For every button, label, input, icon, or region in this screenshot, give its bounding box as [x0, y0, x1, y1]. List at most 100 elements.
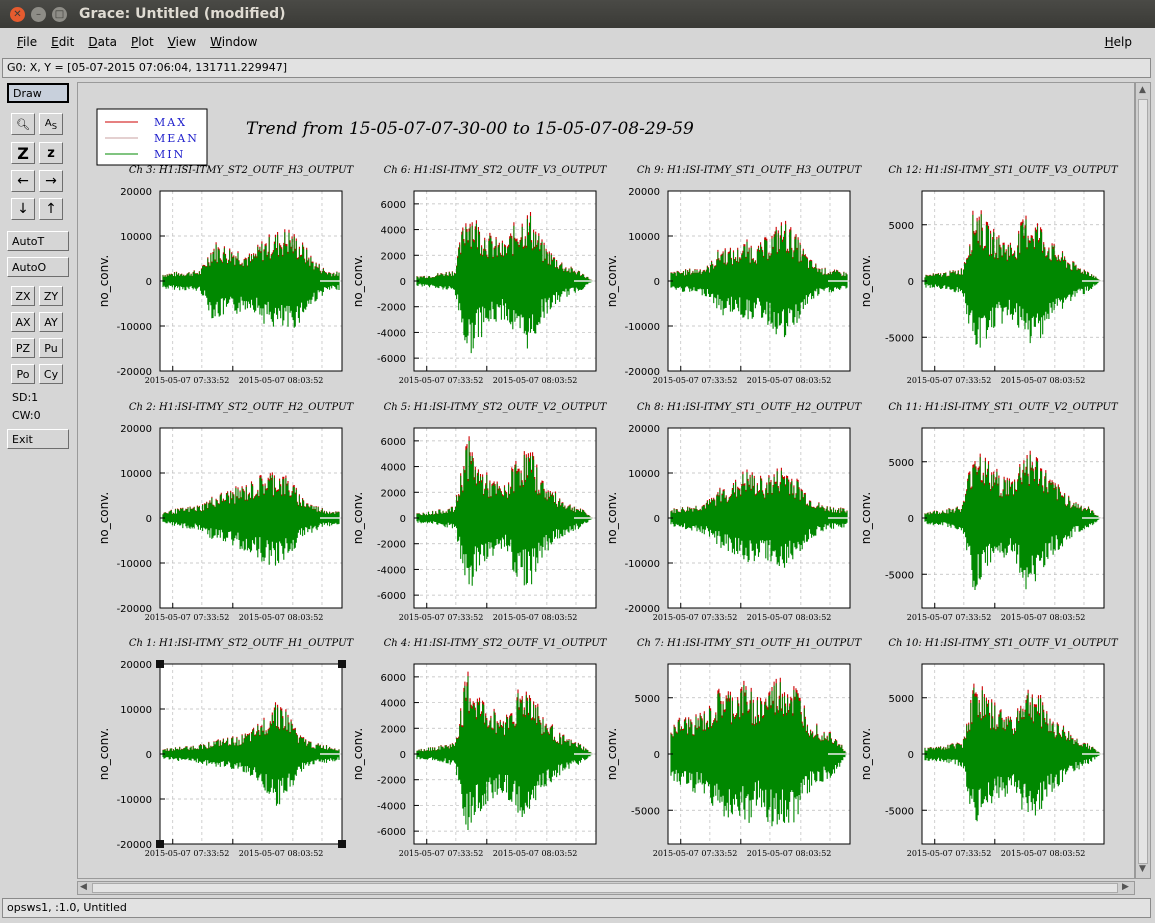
y-axis-label: no_conv. [859, 728, 873, 780]
menu-edit[interactable]: Edit [51, 35, 74, 49]
scroll-up-arrow-icon[interactable]: ▲ [1139, 85, 1146, 95]
y-tick-label: 6000 [381, 200, 406, 211]
graph-title: Ch 10: H1:ISI-ITMY_ST1_OUTF_V1_OUTPUT [888, 638, 1119, 649]
selection-handle[interactable] [338, 840, 346, 848]
horizontal-scrollbar[interactable]: ◀ ▶ [77, 881, 1135, 895]
po-button[interactable]: Po [11, 364, 35, 384]
y-tick-label: 0 [146, 277, 152, 288]
pz-button[interactable]: PZ [11, 338, 35, 358]
y-tick-label: 4000 [381, 226, 406, 237]
minimize-icon: – [36, 8, 41, 20]
y-tick-label: -10000 [625, 322, 660, 333]
close-icon: ✕ [13, 8, 22, 20]
scroll-down-button[interactable]: ↓ [11, 198, 35, 220]
y-tick-label: 20000 [628, 424, 660, 435]
x-tick-label: 2015-05-07 07:33:52 [907, 849, 992, 858]
y-tick-label: -2000 [377, 303, 406, 314]
ay-button[interactable]: AY [39, 312, 63, 332]
scroll-up-button[interactable]: ↑ [39, 198, 63, 220]
autot-button[interactable]: AutoT [7, 231, 69, 251]
menu-data[interactable]: Data [88, 35, 117, 49]
graph-grid: 20000100000-10000-200002015-05-07 07:33:… [97, 165, 1119, 858]
ax-button[interactable]: AX [11, 312, 35, 332]
text-button[interactable]: AS [39, 113, 63, 135]
selection-handle[interactable] [156, 840, 164, 848]
zx-button[interactable]: ZX [11, 286, 35, 306]
y-tick-label: -6000 [377, 827, 406, 838]
scroll-down-arrow-icon[interactable]: ▼ [1139, 864, 1146, 874]
x-tick-label: 2015-05-07 08:03:52 [1001, 613, 1086, 622]
zoom-button[interactable]: 🔍︎ [11, 113, 35, 135]
minimize-window-button[interactable]: – [31, 6, 46, 22]
y-tick-label: 10000 [628, 469, 660, 480]
magnifier-icon: 🔍︎ [16, 117, 30, 131]
figure-svg[interactable]: MAX MEAN MIN Trend from 15-05-07-07-30-0… [78, 83, 1134, 878]
y-tick-label: 0 [654, 750, 660, 761]
y-tick-label: 0 [146, 750, 152, 761]
pu-button[interactable]: Pu [39, 338, 63, 358]
legend-label-mean: MEAN [154, 132, 199, 145]
maximize-window-button[interactable]: □ [52, 6, 67, 22]
zoom-z-button[interactable]: Z [11, 142, 35, 164]
y-tick-label: 5000 [889, 458, 914, 469]
zoom-small-z-button[interactable]: z [39, 142, 63, 164]
x-tick-label: 2015-05-07 07:33:52 [653, 849, 738, 858]
exit-button[interactable]: Exit [7, 429, 69, 449]
graph-title: Ch 5: H1:ISI-ITMY_ST2_OUTF_V2_OUTPUT [384, 402, 608, 413]
locator-readout: G0: X, Y = [05-07-2015 07:06:04, 131711.… [2, 58, 1151, 78]
scroll-right-arrow-icon[interactable]: ▶ [1122, 882, 1129, 892]
graph-title: Ch 6: H1:ISI-ITMY_ST2_OUTF_V3_OUTPUT [384, 165, 608, 176]
y-tick-label: 0 [908, 514, 914, 525]
y-tick-label: -10000 [117, 559, 152, 570]
y-tick-label: -10000 [117, 795, 152, 806]
x-tick-label: 2015-05-07 08:03:52 [1001, 849, 1086, 858]
x-tick-label: 2015-05-07 07:33:52 [399, 376, 484, 385]
y-axis-label: no_conv. [351, 728, 365, 780]
menu-help[interactable]: Help [1105, 35, 1132, 49]
x-tick-label: 2015-05-07 08:03:52 [239, 849, 324, 858]
scroll-left-button[interactable]: ← [11, 170, 35, 192]
y-tick-label: -5000 [885, 570, 914, 581]
selection-handle[interactable] [338, 660, 346, 668]
menu-view[interactable]: View [168, 35, 196, 49]
y-tick-label: 0 [400, 277, 406, 288]
y-tick-label: 0 [908, 277, 914, 288]
plot-canvas[interactable]: MAX MEAN MIN Trend from 15-05-07-07-30-0… [77, 82, 1135, 879]
y-tick-label: -6000 [377, 591, 406, 602]
y-tick-label: 2000 [381, 488, 406, 499]
vertical-scroll-thumb[interactable] [1138, 99, 1148, 864]
y-tick-label: 0 [146, 514, 152, 525]
zoom-z-icon: Z [17, 143, 29, 163]
menu-window[interactable]: Window [210, 35, 257, 49]
graph-title: Ch 11: H1:ISI-ITMY_ST1_OUTF_V2_OUTPUT [888, 402, 1119, 413]
cy-button[interactable]: Cy [39, 364, 63, 384]
arrow-right-icon: → [45, 173, 57, 189]
y-axis-label: no_conv. [97, 255, 111, 307]
figure-title: Trend from 15-05-07-07-30-00 to 15-05-07… [246, 119, 694, 139]
graph-title: Ch 2: H1:ISI-ITMY_ST2_OUTF_H2_OUTPUT [129, 402, 355, 413]
y-tick-label: 20000 [120, 187, 152, 198]
y-tick-label: -10000 [117, 322, 152, 333]
y-tick-label: -4000 [377, 565, 406, 576]
legend-label-max: MAX [154, 116, 187, 129]
scroll-right-button[interactable]: → [39, 170, 63, 192]
horizontal-scroll-thumb[interactable] [92, 883, 1118, 893]
autoo-button[interactable]: AutoO [7, 257, 69, 277]
menu-plot[interactable]: Plot [131, 35, 154, 49]
left-toolbar: Draw 🔍︎ AS Z z ← → ↓ ↑ AutoT AutoO ZX ZY… [2, 80, 74, 895]
selection-handle[interactable] [156, 660, 164, 668]
y-axis-label: no_conv. [859, 255, 873, 307]
y-tick-label: 20000 [120, 660, 152, 671]
title-bar: ✕ – □ Grace: Untitled (modified) [0, 0, 1155, 28]
scroll-left-arrow-icon[interactable]: ◀ [80, 882, 87, 892]
menu-file[interactable]: File [17, 35, 37, 49]
y-tick-label: -6000 [377, 354, 406, 365]
vertical-scrollbar[interactable]: ▲ ▼ [1135, 82, 1151, 879]
draw-button[interactable]: Draw [7, 83, 69, 103]
zy-button[interactable]: ZY [39, 286, 63, 306]
status-bar: opsws1, :1.0, Untitled [2, 898, 1151, 918]
close-window-button[interactable]: ✕ [10, 6, 25, 22]
x-tick-label: 2015-05-07 08:03:52 [747, 613, 832, 622]
y-axis-label: no_conv. [605, 255, 619, 307]
y-tick-label: -2000 [377, 540, 406, 551]
